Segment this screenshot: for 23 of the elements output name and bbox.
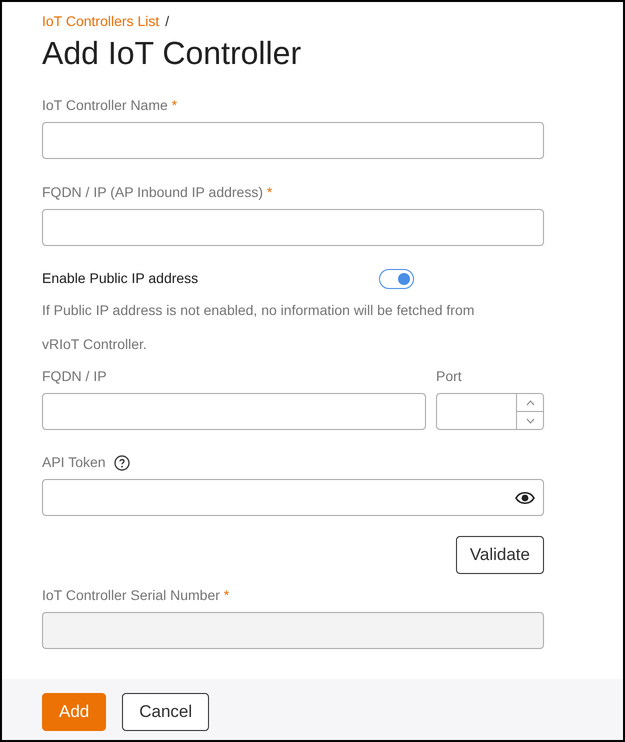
text-field[interactable] bbox=[42, 393, 426, 430]
field-label: IoT Controller Serial Number * bbox=[42, 586, 230, 605]
toggle-label: Enable Public IP address bbox=[42, 269, 198, 288]
field-label: API Token bbox=[42, 453, 106, 472]
validate-button[interactable]: Validate bbox=[456, 536, 544, 574]
toggle-switch[interactable] bbox=[379, 268, 414, 289]
show-password-icon[interactable] bbox=[515, 490, 535, 505]
help-text: If Public IP address is not enabled, no information will be fetched from vRIoT Controller. bbox=[42, 301, 476, 354]
help-icon[interactable] bbox=[114, 454, 130, 471]
password-field[interactable] bbox=[42, 479, 544, 516]
caret-down-icon bbox=[526, 418, 534, 424]
breadcrumb-separator: / bbox=[165, 13, 170, 29]
text-field[interactable] bbox=[42, 122, 544, 160]
field-label: IoT Controller Name * bbox=[42, 96, 178, 116]
field-label: FQDN / IP bbox=[42, 367, 107, 386]
caret-up-icon bbox=[526, 400, 534, 406]
text-field[interactable] bbox=[42, 209, 544, 246]
cancel-button[interactable]: Cancel bbox=[122, 693, 210, 731]
page-title: Add IoT Controller bbox=[42, 34, 302, 72]
field-label: Port bbox=[436, 367, 462, 386]
field-label: FQDN / IP (AP Inbound IP address) * bbox=[42, 183, 272, 202]
number-field[interactable] bbox=[436, 393, 544, 430]
decrement-button[interactable] bbox=[517, 411, 543, 430]
